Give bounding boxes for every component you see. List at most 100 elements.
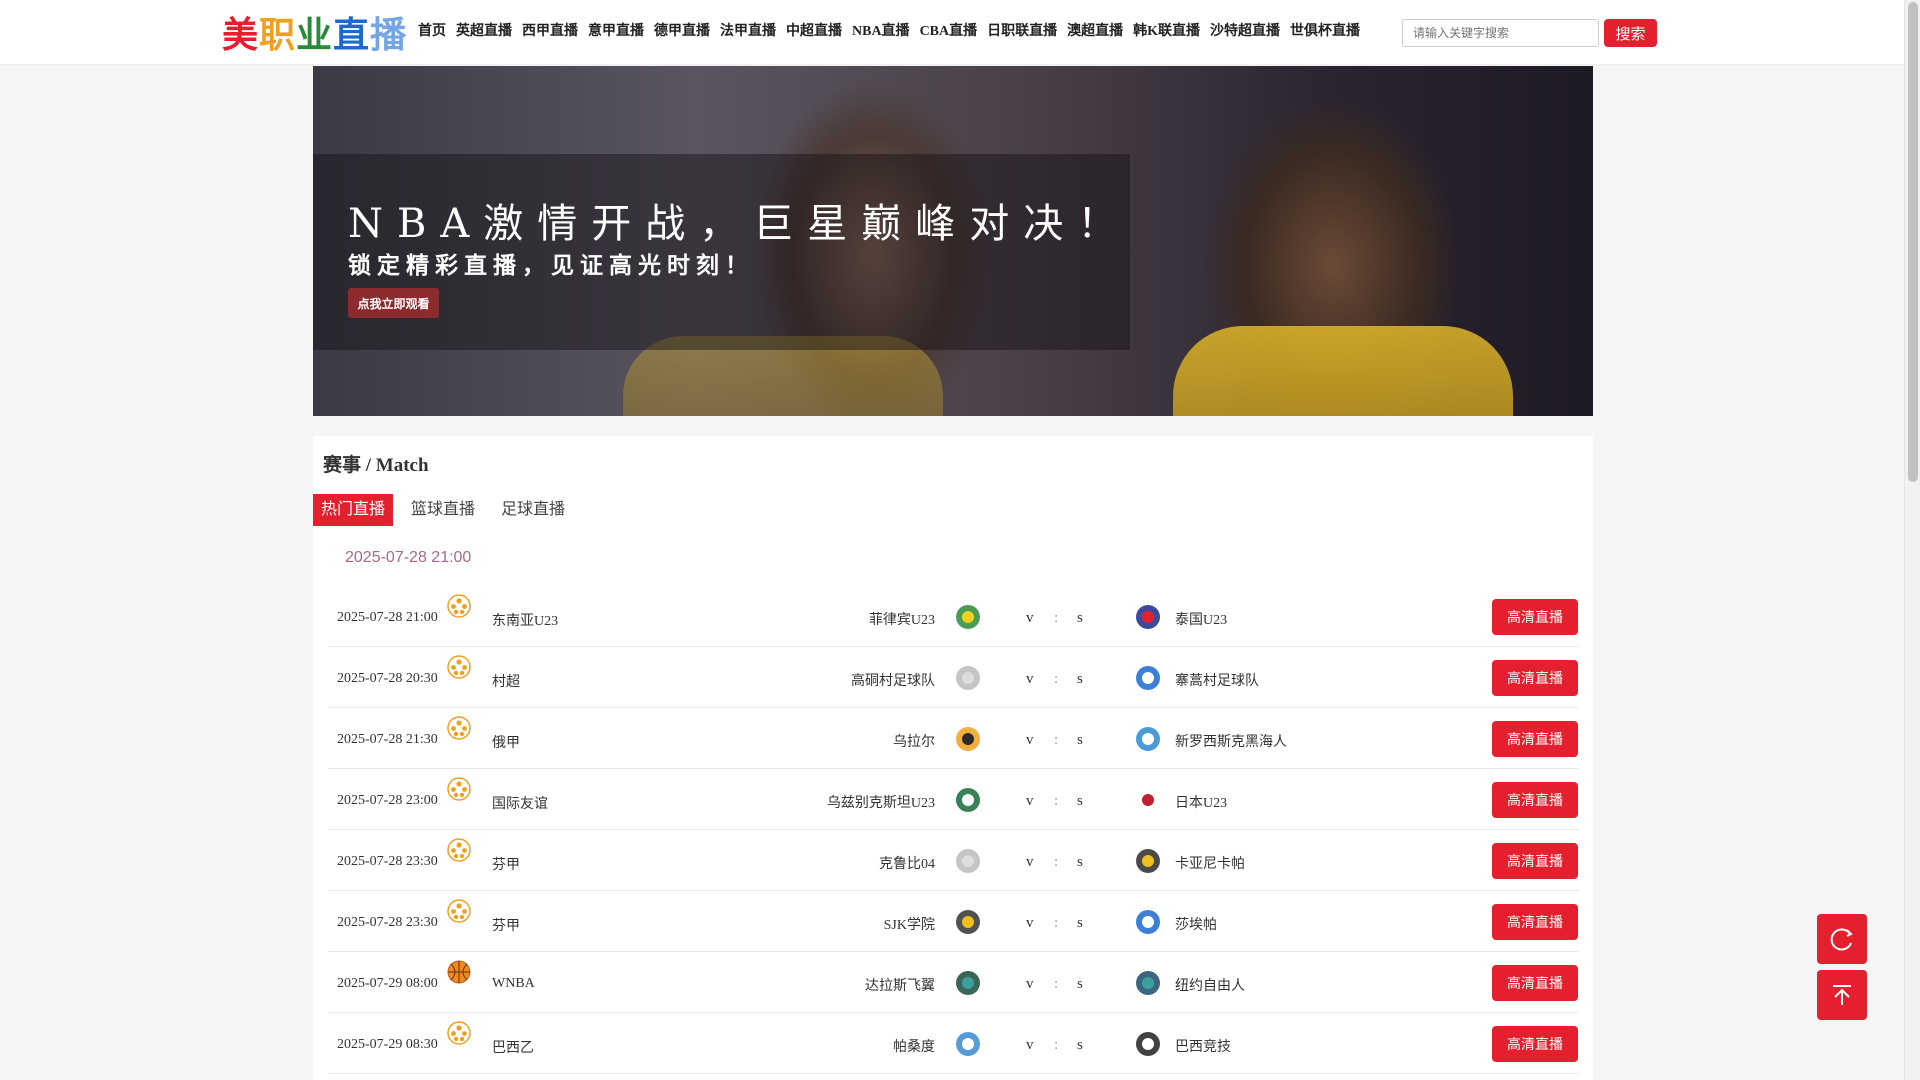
away-team-logo-icon <box>1131 602 1165 632</box>
match-league[interactable]: WNBA <box>492 976 535 992</box>
home-team[interactable]: 高硐村足球队 <box>851 670 935 690</box>
nav-item-7[interactable]: NBA直播 <box>847 20 915 44</box>
score-away: s <box>1077 854 1083 870</box>
nav-item-11[interactable]: 韩K联直播 <box>1128 20 1205 44</box>
banner-subtitle: 锁定精彩直播，见证高光时刻！ <box>348 253 754 279</box>
score-home: v <box>1026 732 1034 748</box>
nav-item-1[interactable]: 英超直播 <box>451 20 517 44</box>
logo-char-4: 直 <box>333 15 371 55</box>
logo-char-3: 业 <box>296 15 334 55</box>
match-time: 2025-07-29 08:30 <box>337 1037 438 1052</box>
away-team[interactable]: 莎埃帕 <box>1175 914 1217 934</box>
home-team[interactable]: 克鲁比04 <box>879 853 935 873</box>
match-league[interactable]: 东南亚U23 <box>492 610 558 630</box>
banner-headline: NBA激情开战，巨星巅峰对决！ <box>348 201 1132 247</box>
hd-live-button[interactable]: 高清直播 <box>1492 843 1578 879</box>
away-team[interactable]: 日本U23 <box>1175 792 1227 812</box>
scrollbar-thumb[interactable] <box>1908 2 1918 482</box>
nav-item-0[interactable]: 首页 <box>413 20 451 44</box>
match-row: 2025-07-29 08:30 巴西乙 帕桑度 v: s 巴西竞技 高清直播 <box>328 1013 1579 1074</box>
football-icon <box>447 899 471 923</box>
home-team[interactable]: 乌拉尔 <box>893 731 935 751</box>
away-team[interactable]: 卡亚尼卡帕 <box>1175 853 1245 873</box>
logo-char-2: 职 <box>259 15 297 55</box>
football-icon <box>447 655 471 679</box>
score-away: s <box>1077 732 1083 748</box>
match-league[interactable]: 国际友谊 <box>492 793 548 813</box>
hd-live-button[interactable]: 高清直播 <box>1492 965 1578 1001</box>
away-team[interactable]: 新罗西斯克黑海人 <box>1175 731 1287 751</box>
home-team[interactable]: SJK学院 <box>884 914 935 934</box>
match-time: 2025-07-28 21:30 <box>337 732 438 747</box>
nav-item-3[interactable]: 意甲直播 <box>583 20 649 44</box>
football-icon <box>447 594 471 618</box>
home-team-logo-icon <box>951 724 985 754</box>
away-team[interactable]: 寨蒿村足球队 <box>1175 670 1259 690</box>
match-row: 2025-07-28 20:30 村超 高硐村足球队 v: s 寨蒿村足球队 高清直播 <box>328 647 1579 708</box>
match-time: 2025-07-28 20:30 <box>337 671 438 686</box>
match-panel: 赛事 / Match 热门直播 篮球直播 足球直播 2025-07-28 21:00… <box>313 436 1593 1080</box>
tab-0[interactable]: 热门直播 <box>313 494 394 526</box>
nav-item-6[interactable]: 中超直播 <box>781 20 847 44</box>
site-logo[interactable]: 美 职 业 直 播 <box>222 12 407 55</box>
page-scrollbar[interactable] <box>1904 0 1920 1080</box>
score-separator: : <box>1054 976 1059 992</box>
search-button[interactable]: 搜索 <box>1604 19 1657 47</box>
nav-item-5[interactable]: 法甲直播 <box>715 20 781 44</box>
hd-live-button[interactable]: 高清直播 <box>1492 904 1578 940</box>
home-team[interactable]: 乌兹别克斯坦U23 <box>827 792 935 812</box>
nav-item-9[interactable]: 日职联直播 <box>982 20 1062 44</box>
search-input[interactable] <box>1402 19 1599 47</box>
football-icon <box>447 716 471 740</box>
back-to-top-button[interactable] <box>1817 970 1867 1020</box>
hd-live-button[interactable]: 高清直播 <box>1492 782 1578 818</box>
football-icon <box>447 1021 471 1045</box>
nav-item-8[interactable]: CBA直播 <box>915 20 983 44</box>
nav-item-13[interactable]: 世俱杯直播 <box>1285 20 1365 44</box>
match-league[interactable]: 巴西乙 <box>492 1037 534 1057</box>
hd-live-button[interactable]: 高清直播 <box>1492 721 1578 757</box>
score-home: v <box>1026 854 1034 870</box>
football-icon <box>447 838 471 862</box>
match-league[interactable]: 村超 <box>492 671 520 691</box>
nav-item-2[interactable]: 西甲直播 <box>517 20 583 44</box>
nav-item-10[interactable]: 澳超直播 <box>1062 20 1128 44</box>
hd-live-button[interactable]: 高清直播 <box>1492 660 1578 696</box>
score-away: s <box>1077 610 1083 626</box>
match-time: 2025-07-29 08:00 <box>337 976 438 991</box>
match-time: 2025-07-28 21:00 <box>337 610 438 625</box>
match-time: 2025-07-28 23:30 <box>337 854 438 869</box>
hero-banner[interactable]: NBA激情开战，巨星巅峰对决！ 锁定精彩直播，见证高光时刻！ 点我立即观看 <box>313 66 1593 416</box>
away-team[interactable]: 泰国U23 <box>1175 609 1227 629</box>
score-away: s <box>1077 671 1083 687</box>
match-league[interactable]: 芬甲 <box>492 854 520 874</box>
score-away: s <box>1077 976 1083 992</box>
away-team[interactable]: 纽约自由人 <box>1175 975 1245 995</box>
away-team-logo-icon <box>1131 907 1165 937</box>
score-separator: : <box>1054 793 1059 809</box>
match-row: 2025-07-28 23:00 国际友谊 乌兹别克斯坦U23 v: s 日本U23 高清直… <box>328 769 1579 830</box>
nav-item-12[interactable]: 沙特超直播 <box>1205 20 1285 44</box>
away-team-logo-icon <box>1131 1029 1165 1059</box>
score-separator: : <box>1054 854 1059 870</box>
football-icon <box>447 777 471 801</box>
tab-2[interactable]: 足球直播 <box>493 494 573 526</box>
score-home: v <box>1026 976 1034 992</box>
site-header: 美 职 业 直 播 首页 英超直播 西甲直播 意甲直播 德甲直播 法甲直播 中超直播 NBA直… <box>0 0 1904 65</box>
hd-live-button[interactable]: 高清直播 <box>1492 1026 1578 1062</box>
watch-now-button[interactable]: 点我立即观看 <box>348 288 439 318</box>
match-tabs: 热门直播 篮球直播 足球直播 <box>313 494 583 526</box>
away-team[interactable]: 巴西竞技 <box>1175 1036 1231 1056</box>
home-team[interactable]: 菲律宾U23 <box>869 609 935 629</box>
tab-1[interactable]: 篮球直播 <box>403 494 483 526</box>
hd-live-button[interactable]: 高清直播 <box>1492 599 1578 635</box>
score-away: s <box>1077 793 1083 809</box>
score-separator: : <box>1054 1037 1059 1053</box>
match-league[interactable]: 芬甲 <box>492 915 520 935</box>
home-team-logo-icon <box>951 663 985 693</box>
home-team[interactable]: 帕桑度 <box>893 1036 935 1056</box>
refresh-button[interactable] <box>1817 914 1867 964</box>
nav-item-4[interactable]: 德甲直播 <box>649 20 715 44</box>
match-league[interactable]: 俄甲 <box>492 732 520 752</box>
home-team[interactable]: 达拉斯飞翼 <box>865 975 935 995</box>
